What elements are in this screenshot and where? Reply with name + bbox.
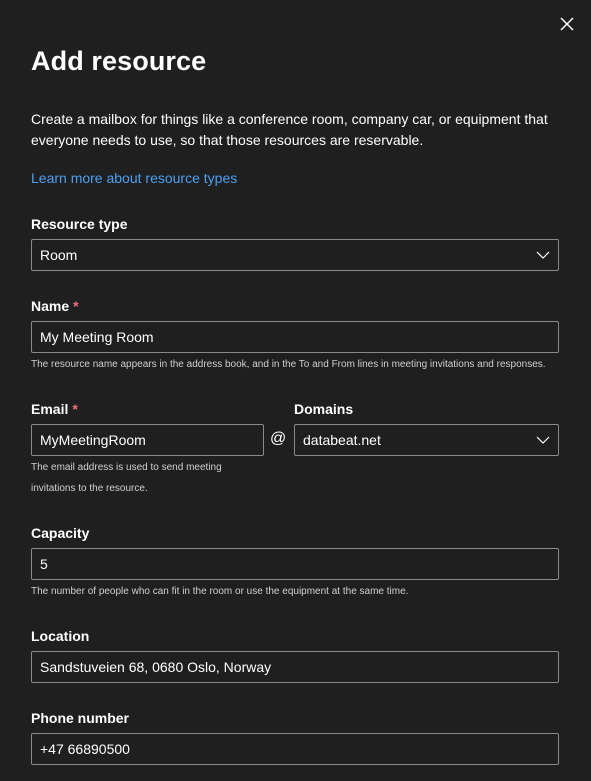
domains-label: Domains [294,401,354,417]
capacity-label: Capacity [31,525,90,541]
resource-type-value: Room [40,247,78,263]
chevron-down-icon [536,251,550,259]
at-symbol: @ [270,430,287,447]
name-input[interactable] [32,322,558,352]
location-label: Location [31,628,90,644]
name-help-text: The resource name appears in the address… [31,359,546,370]
capacity-field-wrapper [31,548,559,580]
phone-number-label: Phone number [31,710,130,726]
email-label: Email * [31,401,78,417]
learn-more-link[interactable]: Learn more about resource types [31,170,237,186]
email-help-text-line1: The email address is used to send meetin… [31,462,222,473]
name-label: Name * [31,298,79,314]
location-field-wrapper [31,651,559,683]
email-field-wrapper [31,424,264,456]
close-button[interactable] [556,13,578,35]
phone-number-input[interactable] [32,734,558,764]
capacity-input[interactable] [32,549,558,579]
required-indicator: * [72,401,78,417]
email-input[interactable] [32,425,263,455]
domains-dropdown[interactable]: databeat.net [294,424,559,456]
location-input[interactable] [32,652,558,682]
name-field-wrapper [31,321,559,353]
close-icon [560,17,574,31]
capacity-help-text: The number of people who can fit in the … [31,586,409,597]
domains-value: databeat.net [303,432,381,448]
panel-description: Create a mailbox for things like a confe… [31,111,548,148]
required-indicator: * [73,298,79,314]
email-help-text-line2: invitations to the resource. [31,483,148,494]
chevron-down-icon [536,436,550,444]
page-title: Add resource [31,46,207,76]
phone-number-field-wrapper [31,733,559,765]
resource-type-dropdown[interactable]: Room [31,239,559,271]
resource-type-label: Resource type [31,216,128,232]
